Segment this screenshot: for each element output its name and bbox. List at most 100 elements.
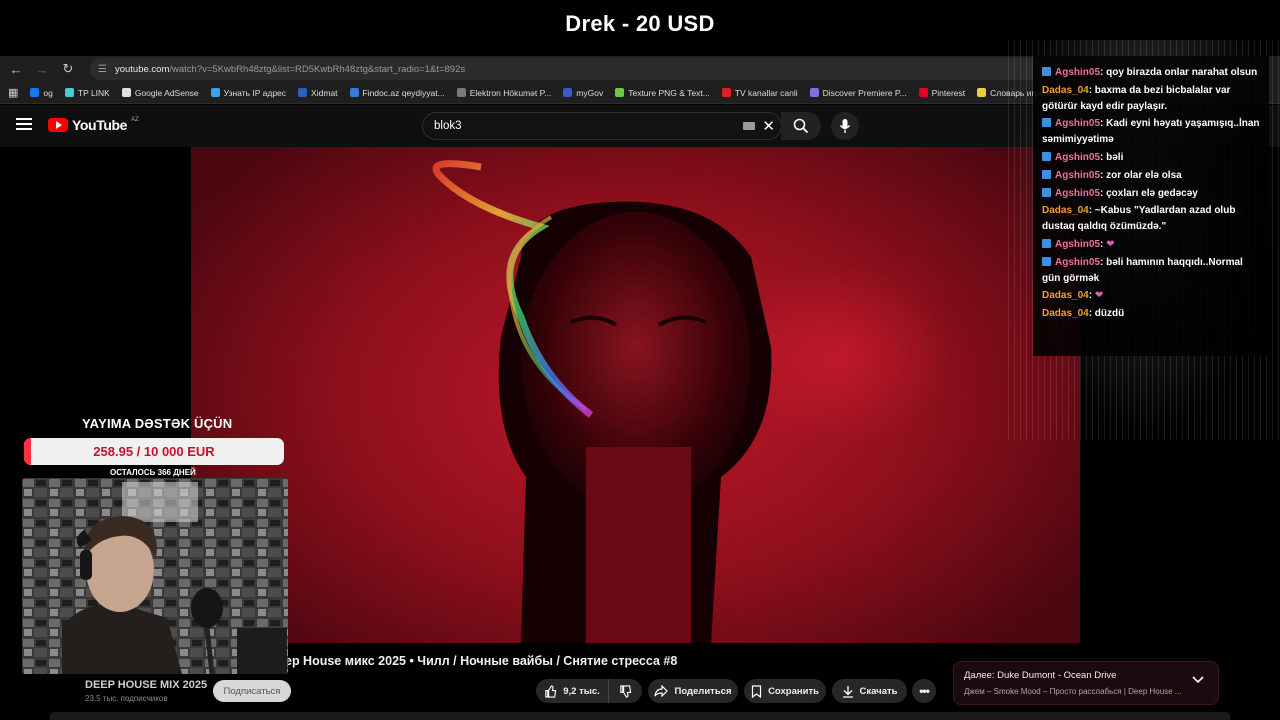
bookmark-item[interactable]: Pinterest: [918, 87, 966, 98]
donation-amount: 258.95 / 10 000 EUR: [93, 444, 215, 459]
chat-message: Agshin05: çoxları elə gedəcəy: [1042, 186, 1263, 202]
download-button[interactable]: Скачать: [832, 679, 907, 703]
bookmark-label: TP LINK: [77, 87, 110, 98]
donation-remaining: ОСТАЛОСЬ 366 ДНЕЙ: [110, 468, 196, 477]
chat-message: Agshin05: zor olar elə olsa: [1042, 168, 1263, 184]
bookmark-label: Google AdSense: [134, 87, 199, 98]
bookmark-favicon-icon: [918, 88, 928, 97]
forward-icon[interactable]: →: [30, 57, 54, 81]
bookmark-favicon-icon: [615, 88, 625, 97]
microphone-icon: [839, 119, 851, 133]
bookmark-favicon-icon: [456, 88, 466, 97]
chat-username: Agshin05: [1055, 118, 1101, 130]
subscribe-button[interactable]: Подписаться: [213, 680, 291, 702]
chat-message: Agshin05: bəli hamının haqqıdı..Normal g…: [1042, 255, 1263, 287]
donation-progress-bar: 258.95 / 10 000 EUR: [24, 438, 284, 465]
youtube-logo[interactable]: YouTube AZ: [48, 117, 139, 133]
more-icon: •••: [919, 684, 930, 698]
bookmark-icon: [751, 684, 762, 698]
bookmark-label: TV kanallar canli: [734, 87, 798, 98]
search-input[interactable]: blok3 ✕: [422, 112, 782, 140]
bookmark-item[interactable]: Texture PNG & Text...: [615, 88, 710, 98]
chat-message: Dadas_04: düzdü: [1042, 306, 1263, 322]
up-next-card[interactable]: Далее: Duke Dumont - Ocean Drive Джем – …: [953, 661, 1219, 705]
chat-text: : çoxları elə gedəcəy: [1100, 187, 1198, 199]
chat-username: Agshin05: [1055, 67, 1101, 78]
chat-username: Agshin05: [1055, 238, 1101, 250]
bookmark-item[interactable]: og: [30, 87, 53, 98]
badge-icon: [1042, 187, 1051, 197]
bookmark-favicon-icon: [210, 88, 220, 97]
badge-icon: [1042, 151, 1051, 161]
chat-text: : düzdü: [1088, 308, 1125, 320]
chat-message: Dadas_04: baxma da bezi bicbalalar var g…: [1042, 83, 1263, 115]
search-value: blok3: [434, 120, 462, 132]
chat-username: Dadas_04: [1042, 84, 1089, 96]
save-button[interactable]: Сохранить: [744, 679, 826, 703]
chat-username: Agshin05: [1055, 187, 1101, 199]
bookmark-label: Discover Premiere P...: [822, 87, 907, 98]
bookmark-label: Pinterest: [931, 87, 966, 98]
bookmark-item[interactable]: Узнать IP адрес: [210, 88, 286, 98]
chat-message: Agshin05: bəli: [1042, 150, 1263, 166]
url-bar[interactable]: ☰ youtube.com/watch?v=5KwbRh48ztg&list=R…: [90, 58, 1050, 80]
video-title: ep House микс 2025 • Чилл / Ночные вайбы…: [285, 654, 678, 668]
badge-icon: [1042, 238, 1051, 248]
bookmark-label: Findoc.az qeydiyyat...: [362, 87, 445, 98]
bookmark-label: myGov: [576, 87, 604, 98]
dislike-button[interactable]: [608, 679, 642, 703]
bookmark-favicon-icon: [64, 88, 74, 97]
download-icon: [842, 685, 853, 698]
back-icon[interactable]: ←: [4, 57, 28, 81]
bookmark-label: Xidmat: [311, 87, 338, 98]
keyboard-icon[interactable]: [743, 122, 755, 130]
bookmark-item[interactable]: Findoc.az qeydiyyat...: [349, 87, 445, 98]
bookmark-item[interactable]: TP LINK: [64, 87, 110, 98]
bookmark-item[interactable]: Google AdSense: [121, 87, 199, 98]
chat-message: Agshin05: qoy birazda onlar narahat olsu…: [1042, 65, 1263, 81]
search-icon: [793, 118, 809, 134]
chat-username: Agshin05: [1055, 151, 1101, 163]
thumbs-up-icon: [545, 684, 557, 698]
more-actions-button[interactable]: •••: [912, 679, 936, 703]
youtube-play-icon: [48, 118, 68, 132]
channel-name[interactable]: DEEP HOUSE MIX 2025: [85, 679, 207, 691]
chat-text: : zor olar elə olsa: [1100, 169, 1182, 181]
reload-icon[interactable]: ↻: [56, 57, 80, 81]
stream-screen: Drek - 20 USD ← → ↻ ☰ youtube.com/watch?…: [0, 0, 1280, 720]
bookmark-label: og: [43, 87, 53, 98]
save-label: Сохранить: [768, 685, 819, 697]
donation-title: YAYIMA DƏSTƏK ÜÇÜN: [82, 416, 233, 431]
page-bottom-strip: [50, 712, 1230, 720]
site-info-icon[interactable]: ☰: [98, 64, 107, 75]
bookmark-item[interactable]: myGov: [563, 88, 603, 98]
chat-text: : qoy birazda onlar narahat olsun: [1100, 67, 1258, 78]
bookmark-item[interactable]: Discover Premiere P...: [809, 87, 907, 98]
video-player[interactable]: [191, 147, 1080, 643]
up-next-prefix: Далее:: [964, 670, 995, 681]
like-count: 9,2 тыс.: [563, 685, 600, 697]
clear-search-icon[interactable]: ✕: [762, 117, 775, 135]
bookmark-favicon-icon: [30, 88, 40, 97]
share-label: Поделиться: [674, 685, 732, 697]
bookmark-item[interactable]: Elektron Hökumət P...: [456, 88, 551, 98]
bookmark-favicon-icon: [721, 88, 731, 97]
like-button[interactable]: 9,2 тыс.: [536, 679, 608, 703]
thumbs-down-icon: [620, 684, 632, 698]
url-path: /watch?v=5KwbRh48ztg&list=RD5KwbRh48ztg&…: [169, 63, 466, 75]
badge-icon: [1042, 256, 1051, 266]
up-next-title: Duke Dumont - Ocean Drive: [997, 670, 1117, 681]
bookmark-item[interactable]: TV kanallar canli: [721, 87, 798, 98]
bookmark-item[interactable]: Xidmat: [298, 87, 338, 98]
share-button[interactable]: Поделиться: [648, 679, 738, 703]
chevron-down-icon[interactable]: [1192, 676, 1204, 684]
menu-icon[interactable]: [16, 118, 32, 130]
voice-search-button[interactable]: [831, 112, 859, 140]
badge-icon: [1042, 118, 1051, 128]
search-button[interactable]: [781, 112, 821, 140]
up-next-subtitle: Джем – Smoke Mood – Просто расслабься | …: [964, 687, 1182, 696]
youtube-region-label: AZ: [131, 117, 139, 123]
bookmark-label: Texture PNG & Text...: [628, 87, 710, 98]
chat-username: Dadas_04: [1042, 205, 1089, 217]
apps-grid-icon[interactable]: ▦: [8, 86, 18, 99]
